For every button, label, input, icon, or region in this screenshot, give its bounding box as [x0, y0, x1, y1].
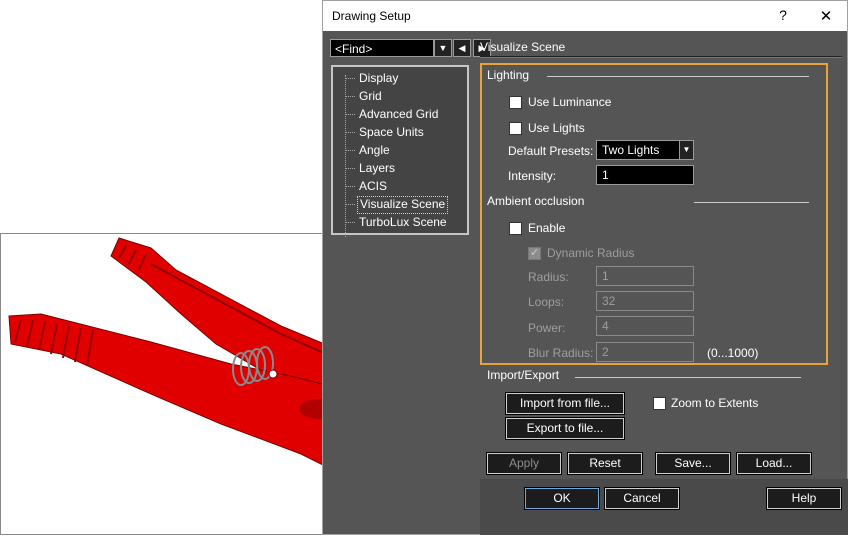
save-button[interactable]: Save... — [655, 452, 731, 475]
tree-connector — [345, 204, 355, 205]
section-divider — [480, 56, 842, 58]
drawing-setup-dialog: Drawing Setup ? ✕ <Find> ▼ ◀ ▶ Display G… — [322, 0, 848, 535]
blur-radius-label: Blur Radius: — [528, 346, 594, 360]
ok-button[interactable]: OK — [524, 487, 600, 510]
import-export-label: Import/Export — [487, 368, 560, 382]
export-to-file-button[interactable]: Export to file... — [505, 417, 625, 440]
find-combo[interactable]: <Find> — [330, 39, 434, 57]
settings-tree: Display Grid Advanced Grid Space Units A… — [331, 65, 469, 237]
loops-input[interactable]: 32 — [596, 291, 694, 311]
import-from-file-button[interactable]: Import from file... — [505, 392, 625, 415]
title-bar: Drawing Setup ? ✕ — [323, 1, 847, 31]
apply-button[interactable]: Apply — [486, 452, 562, 475]
radius-label: Radius: — [528, 270, 569, 284]
import-export-line — [575, 377, 801, 378]
cancel-button[interactable]: Cancel — [604, 487, 680, 510]
tree-connector — [345, 96, 355, 97]
tree-item-grid[interactable]: Grid — [357, 88, 384, 104]
use-lights-label: Use Lights — [528, 121, 585, 135]
blur-radius-range: (0...1000) — [707, 346, 759, 360]
tree-guide-line — [345, 75, 346, 237]
dialog-title: Drawing Setup — [332, 9, 411, 23]
use-luminance-label: Use Luminance — [528, 95, 612, 109]
power-label: Power: — [528, 321, 566, 335]
tree-connector — [345, 186, 355, 187]
tree-connector — [345, 222, 355, 223]
tree-item-angle[interactable]: Angle — [357, 142, 392, 158]
lighting-group-line — [547, 76, 809, 77]
help-button[interactable]: Help — [766, 487, 842, 510]
ambient-group-line — [694, 202, 809, 203]
lighting-group-label: Lighting — [487, 68, 530, 82]
find-value: <Find> — [335, 42, 373, 56]
use-luminance-checkbox[interactable] — [509, 96, 522, 109]
dynamic-radius-label: Dynamic Radius — [547, 246, 635, 260]
tree-item-layers[interactable]: Layers — [357, 160, 397, 176]
tree-item-space-units[interactable]: Space Units — [357, 124, 426, 140]
nav-back-icon[interactable]: ◀ — [453, 39, 471, 57]
reset-button[interactable]: Reset — [567, 452, 643, 475]
ambient-occlusion-label: Ambient occlusion — [487, 194, 585, 208]
loops-label: Loops: — [528, 295, 565, 309]
zoom-to-extents-label: Zoom to Extents — [671, 396, 759, 410]
tree-item-visualize-scene[interactable]: Visualize Scene — [357, 196, 449, 214]
tree-item-acis[interactable]: ACIS — [357, 178, 389, 194]
zoom-to-extents-checkbox[interactable] — [653, 397, 666, 410]
visualize-settings-panel: Lighting Use Luminance Use Lights Defaul… — [480, 63, 828, 365]
tree-connector — [345, 132, 355, 133]
section-title: Visualize Scene — [480, 40, 566, 54]
load-button[interactable]: Load... — [736, 452, 812, 475]
intensity-input[interactable]: 1 — [596, 165, 694, 185]
tree-item-display[interactable]: Display — [357, 70, 400, 86]
tree-connector — [345, 78, 355, 79]
default-presets-value: Two Lights — [602, 143, 660, 157]
default-presets-select[interactable]: Two Lights — [596, 140, 680, 160]
enable-label: Enable — [528, 221, 566, 235]
intensity-label: Intensity: — [508, 169, 557, 183]
power-input[interactable]: 4 — [596, 316, 694, 336]
tree-connector — [345, 168, 355, 169]
dynamic-radius-checkbox[interactable] — [528, 246, 541, 260]
enable-checkbox[interactable] — [509, 222, 522, 235]
tree-connector — [345, 150, 355, 151]
tree-connector — [345, 114, 355, 115]
close-icon[interactable]: ✕ — [817, 7, 835, 25]
help-icon[interactable]: ? — [775, 7, 791, 25]
radius-input[interactable]: 1 — [596, 266, 694, 286]
use-lights-checkbox[interactable] — [509, 122, 522, 135]
tree-item-turbolux-scene[interactable]: TurboLux Scene — [357, 214, 449, 230]
tree-item-advanced-grid[interactable]: Advanced Grid — [357, 106, 440, 122]
chevron-down-icon[interactable]: ▼ — [679, 140, 694, 160]
chevron-down-icon[interactable]: ▼ — [434, 39, 452, 57]
blur-radius-input[interactable]: 2 — [596, 342, 694, 362]
default-presets-label: Default Presets: — [508, 144, 594, 158]
